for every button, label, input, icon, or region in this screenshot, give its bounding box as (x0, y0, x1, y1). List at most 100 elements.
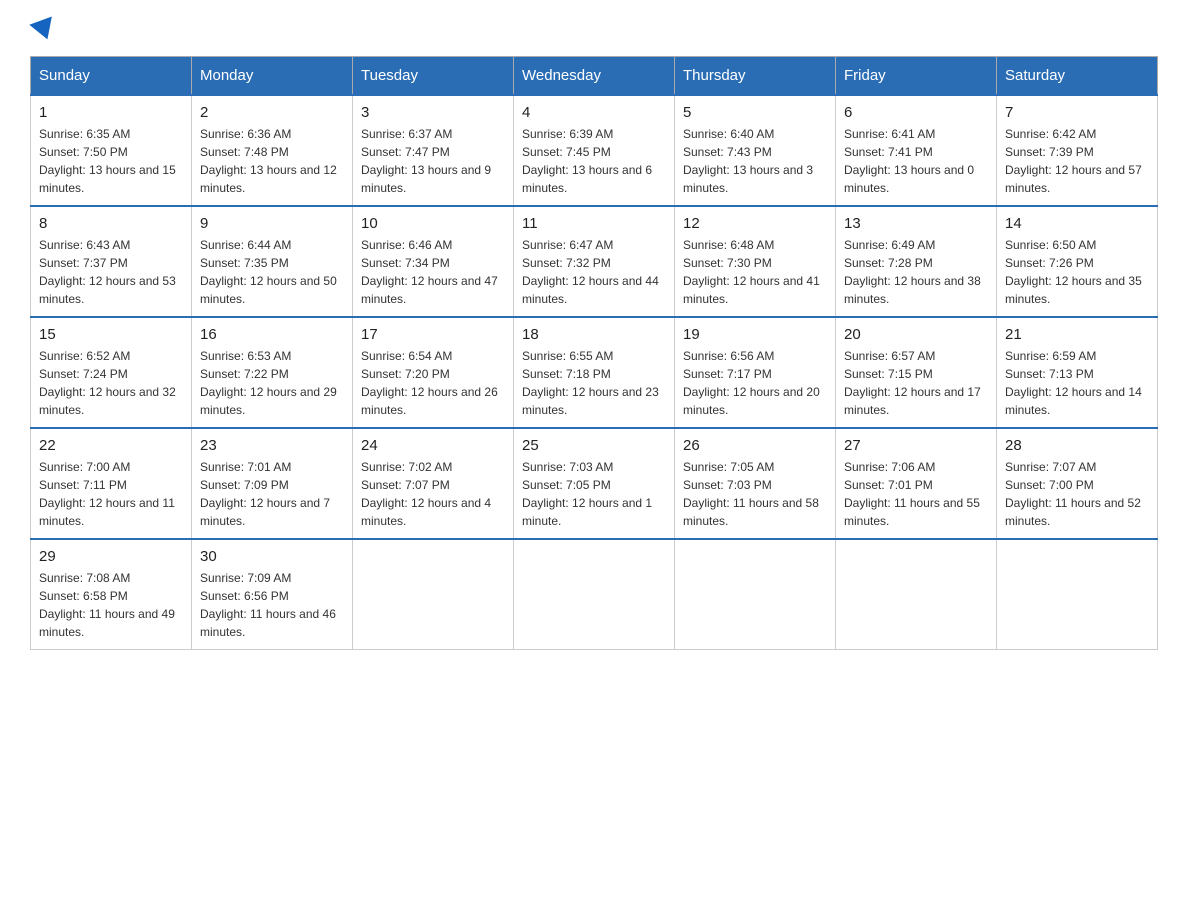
calendar-cell (353, 539, 514, 650)
calendar-header-monday: Monday (192, 57, 353, 96)
calendar-header-thursday: Thursday (675, 57, 836, 96)
day-number: 30 (200, 548, 344, 565)
day-info: Sunrise: 7:02 AM Sunset: 7:07 PM Dayligh… (361, 458, 505, 530)
calendar-cell: 25 Sunrise: 7:03 AM Sunset: 7:05 PM Dayl… (514, 428, 675, 539)
day-info: Sunrise: 7:01 AM Sunset: 7:09 PM Dayligh… (200, 458, 344, 530)
calendar-cell: 9 Sunrise: 6:44 AM Sunset: 7:35 PM Dayli… (192, 206, 353, 317)
day-info: Sunrise: 7:09 AM Sunset: 6:56 PM Dayligh… (200, 569, 344, 641)
calendar-cell (514, 539, 675, 650)
calendar-cell: 30 Sunrise: 7:09 AM Sunset: 6:56 PM Dayl… (192, 539, 353, 650)
day-number: 16 (200, 326, 344, 343)
day-info: Sunrise: 6:46 AM Sunset: 7:34 PM Dayligh… (361, 236, 505, 308)
calendar-cell: 28 Sunrise: 7:07 AM Sunset: 7:00 PM Dayl… (997, 428, 1158, 539)
calendar-cell: 23 Sunrise: 7:01 AM Sunset: 7:09 PM Dayl… (192, 428, 353, 539)
day-number: 24 (361, 437, 505, 454)
page-header (30, 20, 1158, 40)
day-number: 23 (200, 437, 344, 454)
day-number: 7 (1005, 104, 1149, 121)
day-number: 6 (844, 104, 988, 121)
calendar-cell: 1 Sunrise: 6:35 AM Sunset: 7:50 PM Dayli… (31, 95, 192, 206)
calendar-cell: 2 Sunrise: 6:36 AM Sunset: 7:48 PM Dayli… (192, 95, 353, 206)
day-info: Sunrise: 6:53 AM Sunset: 7:22 PM Dayligh… (200, 347, 344, 419)
calendar-cell: 22 Sunrise: 7:00 AM Sunset: 7:11 PM Dayl… (31, 428, 192, 539)
calendar-cell: 18 Sunrise: 6:55 AM Sunset: 7:18 PM Dayl… (514, 317, 675, 428)
calendar-cell: 19 Sunrise: 6:56 AM Sunset: 7:17 PM Dayl… (675, 317, 836, 428)
day-number: 26 (683, 437, 827, 454)
day-number: 12 (683, 215, 827, 232)
calendar-cell: 20 Sunrise: 6:57 AM Sunset: 7:15 PM Dayl… (836, 317, 997, 428)
calendar-cell: 13 Sunrise: 6:49 AM Sunset: 7:28 PM Dayl… (836, 206, 997, 317)
day-number: 1 (39, 104, 183, 121)
calendar-cell: 27 Sunrise: 7:06 AM Sunset: 7:01 PM Dayl… (836, 428, 997, 539)
day-number: 5 (683, 104, 827, 121)
calendar-header-wednesday: Wednesday (514, 57, 675, 96)
calendar-cell: 26 Sunrise: 7:05 AM Sunset: 7:03 PM Dayl… (675, 428, 836, 539)
day-info: Sunrise: 6:41 AM Sunset: 7:41 PM Dayligh… (844, 125, 988, 197)
calendar-cell: 12 Sunrise: 6:48 AM Sunset: 7:30 PM Dayl… (675, 206, 836, 317)
day-info: Sunrise: 7:00 AM Sunset: 7:11 PM Dayligh… (39, 458, 183, 530)
day-info: Sunrise: 6:42 AM Sunset: 7:39 PM Dayligh… (1005, 125, 1149, 197)
day-info: Sunrise: 6:44 AM Sunset: 7:35 PM Dayligh… (200, 236, 344, 308)
calendar-header-friday: Friday (836, 57, 997, 96)
calendar-cell: 15 Sunrise: 6:52 AM Sunset: 7:24 PM Dayl… (31, 317, 192, 428)
calendar-header-saturday: Saturday (997, 57, 1158, 96)
day-info: Sunrise: 7:03 AM Sunset: 7:05 PM Dayligh… (522, 458, 666, 530)
day-number: 10 (361, 215, 505, 232)
calendar-cell: 6 Sunrise: 6:41 AM Sunset: 7:41 PM Dayli… (836, 95, 997, 206)
calendar-cell: 14 Sunrise: 6:50 AM Sunset: 7:26 PM Dayl… (997, 206, 1158, 317)
day-info: Sunrise: 6:43 AM Sunset: 7:37 PM Dayligh… (39, 236, 183, 308)
calendar-cell (997, 539, 1158, 650)
calendar-week-row: 8 Sunrise: 6:43 AM Sunset: 7:37 PM Dayli… (31, 206, 1158, 317)
day-info: Sunrise: 7:05 AM Sunset: 7:03 PM Dayligh… (683, 458, 827, 530)
calendar-cell: 24 Sunrise: 7:02 AM Sunset: 7:07 PM Dayl… (353, 428, 514, 539)
day-info: Sunrise: 6:36 AM Sunset: 7:48 PM Dayligh… (200, 125, 344, 197)
calendar-header-row: SundayMondayTuesdayWednesdayThursdayFrid… (31, 57, 1158, 96)
calendar-cell: 8 Sunrise: 6:43 AM Sunset: 7:37 PM Dayli… (31, 206, 192, 317)
day-info: Sunrise: 6:55 AM Sunset: 7:18 PM Dayligh… (522, 347, 666, 419)
calendar-header-tuesday: Tuesday (353, 57, 514, 96)
day-number: 8 (39, 215, 183, 232)
calendar-cell: 5 Sunrise: 6:40 AM Sunset: 7:43 PM Dayli… (675, 95, 836, 206)
day-info: Sunrise: 6:57 AM Sunset: 7:15 PM Dayligh… (844, 347, 988, 419)
calendar-cell: 16 Sunrise: 6:53 AM Sunset: 7:22 PM Dayl… (192, 317, 353, 428)
day-number: 21 (1005, 326, 1149, 343)
day-number: 17 (361, 326, 505, 343)
day-info: Sunrise: 6:35 AM Sunset: 7:50 PM Dayligh… (39, 125, 183, 197)
day-number: 14 (1005, 215, 1149, 232)
day-number: 20 (844, 326, 988, 343)
calendar-cell: 4 Sunrise: 6:39 AM Sunset: 7:45 PM Dayli… (514, 95, 675, 206)
calendar-header-sunday: Sunday (31, 57, 192, 96)
day-number: 28 (1005, 437, 1149, 454)
day-number: 19 (683, 326, 827, 343)
calendar-cell: 11 Sunrise: 6:47 AM Sunset: 7:32 PM Dayl… (514, 206, 675, 317)
day-number: 29 (39, 548, 183, 565)
calendar-cell: 10 Sunrise: 6:46 AM Sunset: 7:34 PM Dayl… (353, 206, 514, 317)
day-number: 18 (522, 326, 666, 343)
day-info: Sunrise: 6:59 AM Sunset: 7:13 PM Dayligh… (1005, 347, 1149, 419)
calendar-week-row: 15 Sunrise: 6:52 AM Sunset: 7:24 PM Dayl… (31, 317, 1158, 428)
day-info: Sunrise: 6:52 AM Sunset: 7:24 PM Dayligh… (39, 347, 183, 419)
calendar-cell (675, 539, 836, 650)
day-number: 27 (844, 437, 988, 454)
calendar-cell: 29 Sunrise: 7:08 AM Sunset: 6:58 PM Dayl… (31, 539, 192, 650)
calendar-cell: 17 Sunrise: 6:54 AM Sunset: 7:20 PM Dayl… (353, 317, 514, 428)
day-number: 11 (522, 215, 666, 232)
day-number: 13 (844, 215, 988, 232)
day-info: Sunrise: 6:56 AM Sunset: 7:17 PM Dayligh… (683, 347, 827, 419)
day-info: Sunrise: 6:40 AM Sunset: 7:43 PM Dayligh… (683, 125, 827, 197)
logo-triangle-icon (29, 16, 58, 43)
calendar-week-row: 29 Sunrise: 7:08 AM Sunset: 6:58 PM Dayl… (31, 539, 1158, 650)
day-info: Sunrise: 6:39 AM Sunset: 7:45 PM Dayligh… (522, 125, 666, 197)
day-number: 9 (200, 215, 344, 232)
logo (30, 20, 58, 40)
calendar-cell: 21 Sunrise: 6:59 AM Sunset: 7:13 PM Dayl… (997, 317, 1158, 428)
day-number: 3 (361, 104, 505, 121)
day-info: Sunrise: 6:54 AM Sunset: 7:20 PM Dayligh… (361, 347, 505, 419)
calendar-cell: 3 Sunrise: 6:37 AM Sunset: 7:47 PM Dayli… (353, 95, 514, 206)
day-number: 15 (39, 326, 183, 343)
calendar-week-row: 22 Sunrise: 7:00 AM Sunset: 7:11 PM Dayl… (31, 428, 1158, 539)
calendar-week-row: 1 Sunrise: 6:35 AM Sunset: 7:50 PM Dayli… (31, 95, 1158, 206)
day-info: Sunrise: 6:49 AM Sunset: 7:28 PM Dayligh… (844, 236, 988, 308)
day-number: 22 (39, 437, 183, 454)
day-info: Sunrise: 7:06 AM Sunset: 7:01 PM Dayligh… (844, 458, 988, 530)
